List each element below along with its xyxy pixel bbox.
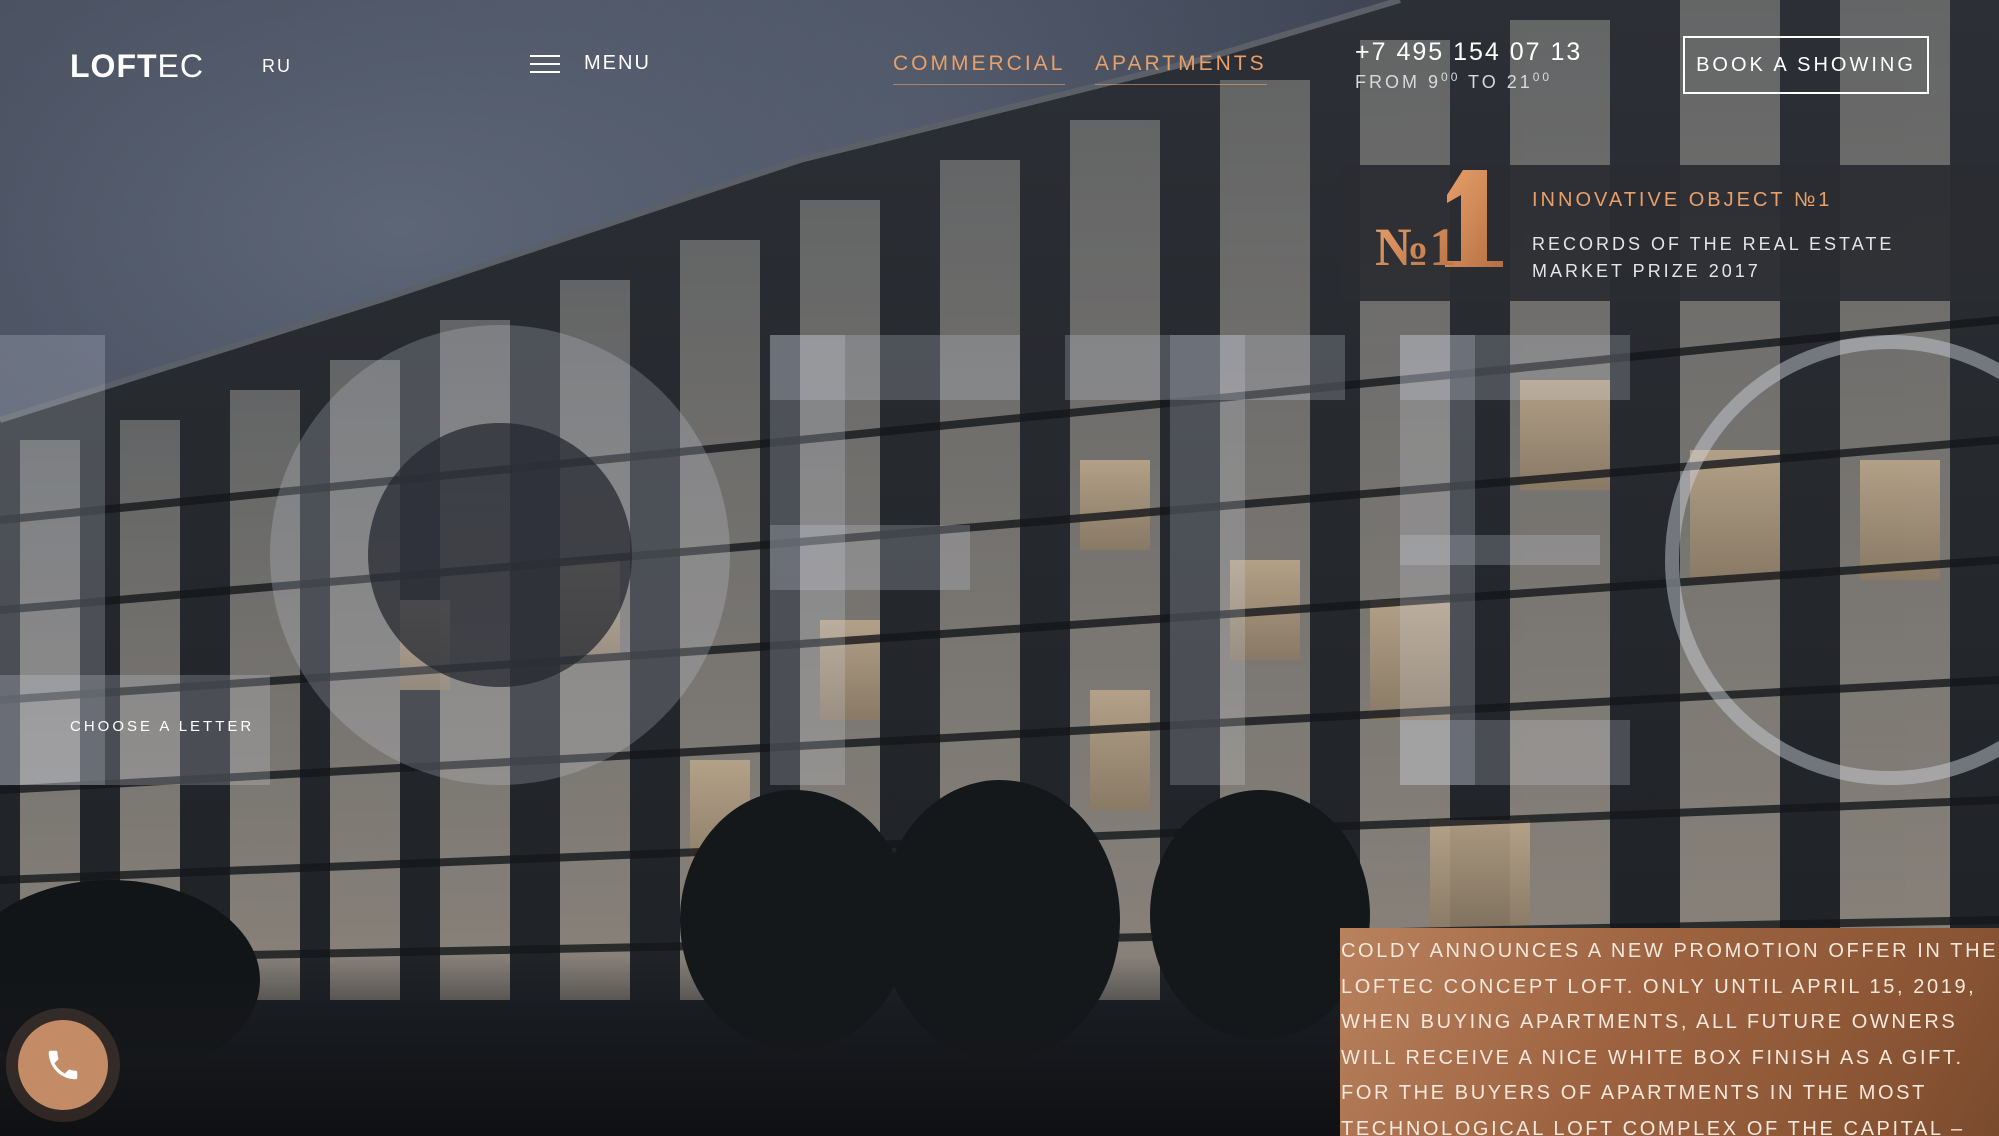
menu-label: MENU bbox=[584, 52, 651, 74]
award-title: INNOVATIVE OBJECT №1 bbox=[1532, 189, 1833, 211]
logo-bold: LOFT bbox=[70, 48, 158, 84]
promo-panel[interactable]: COLDY ANNOUNCES A NEW PROMOTION OFFER IN… bbox=[1340, 928, 1999, 1136]
phone-number[interactable]: +7 495 154 07 13 bbox=[1355, 38, 1582, 67]
svg-text:№1: №1 bbox=[1375, 217, 1456, 277]
menu-button[interactable]: MENU bbox=[530, 52, 651, 75]
award-number-one-icon: №1 bbox=[1375, 170, 1503, 277]
call-button[interactable] bbox=[18, 1020, 108, 1110]
choose-letter-label[interactable]: CHOOSE A LETTER bbox=[70, 718, 254, 735]
award-description: RECORDS OF THE REAL ESTATE MARKET PRIZE … bbox=[1532, 234, 1895, 281]
nav-link-commercial[interactable]: COMMERCIAL bbox=[893, 52, 1066, 85]
award-panel: №1 INNOVATIVE OBJECT №1 RECORDS OF THE R… bbox=[1340, 165, 1999, 301]
phone-icon bbox=[48, 1050, 78, 1080]
logo-light: EC bbox=[157, 48, 204, 84]
working-hours: FROM 900 TO 2100 bbox=[1355, 70, 1553, 92]
language-switch[interactable]: RU bbox=[262, 56, 292, 77]
nav-link-apartments[interactable]: APARTMENTS bbox=[1095, 52, 1267, 85]
book-showing-button[interactable]: BOOK A SHOWING bbox=[1683, 36, 1929, 94]
logo[interactable]: LOFTEC bbox=[70, 48, 204, 85]
promo-text: COLDY ANNOUNCES A NEW PROMOTION OFFER IN… bbox=[1341, 940, 1999, 1136]
hamburger-icon bbox=[530, 54, 560, 73]
